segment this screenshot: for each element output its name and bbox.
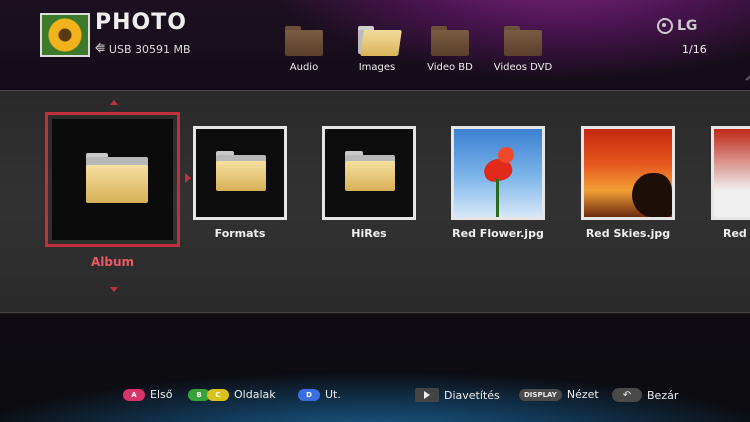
item-label: Red Skies.jpg [585,227,671,240]
category-video-bd[interactable]: Video BD [414,26,486,73]
play-icon [415,388,439,402]
item-album[interactable] [45,112,180,247]
image-thumbnail [581,126,675,220]
item-label: Red S [723,227,750,240]
page-title: PHOTO [95,10,187,35]
scroll-up-arrow-icon[interactable] [110,100,118,105]
legend-close[interactable]: ↶ Bezár [612,388,678,402]
legend-label: Bezár [647,388,679,402]
item-partial[interactable]: Red S [711,126,750,240]
folder-icon [285,26,323,56]
red-key-icon: A [123,388,145,401]
category-bar: Audio Images Video BD Videos DVD [268,26,560,73]
blue-key-icon: D [298,388,320,401]
category-label: Videos DVD [493,62,553,73]
category-videos-dvd[interactable]: Videos DVD [487,26,559,73]
folder-icon [345,151,395,191]
folder-icon [86,153,148,203]
category-label: Audio [289,62,319,73]
legend-label: Nézet [566,388,599,401]
scroll-down-arrow-icon[interactable] [110,287,118,292]
legend-slideshow[interactable]: Diavetítés [415,388,500,402]
category-label: Video BD [427,62,473,73]
lg-logo-icon [657,18,673,34]
legend-pages[interactable]: B C Oldalak [188,388,276,401]
item-thumbnail [322,126,416,220]
image-thumbnail [711,126,750,220]
item-label: Red Flower.jpg [452,227,544,240]
button-legend: A Első B C Oldalak D Ut. Diavetítés DISP… [0,388,750,406]
display-key-icon: DISPLAY [519,388,562,401]
folder-icon [431,26,469,56]
legend-view[interactable]: DISPLAY Nézet [519,388,599,401]
item-label: Formats [214,227,266,240]
category-audio[interactable]: Audio [268,26,340,73]
back-icon: ↶ [612,388,642,402]
device-label: USB 30591 MB [108,42,191,56]
item-formats[interactable]: Formats [193,126,287,240]
image-thumbnail [451,126,545,220]
legend-path[interactable]: D Ut. [298,388,341,401]
legend-label: Oldalak [234,388,276,401]
usb-icon: ⭅ [95,42,105,55]
page-indicator: 1/16 [682,43,707,56]
open-folder-icon [358,26,402,56]
item-red-flower[interactable]: Red Flower.jpg [451,126,545,240]
device-info: ⭅ USB 30591 MB [95,42,191,56]
item-label: Album [90,255,135,269]
brand-text: LG [677,18,698,34]
category-images[interactable]: Images [341,26,413,73]
yellow-key-icon: C [207,388,229,401]
item-thumbnail [193,126,287,220]
folder-icon [504,26,542,56]
item-red-skies[interactable]: Red Skies.jpg [581,126,675,240]
brand-logo: LG [657,18,697,34]
category-label: Images [358,62,396,73]
legend-first[interactable]: A Első [123,388,172,401]
legend-label: Diavetítés [444,388,500,402]
legend-label: Ut. [325,388,341,401]
decorative-swoosh [596,0,750,104]
next-arrow-icon [185,173,191,183]
photo-app-icon [40,13,90,57]
item-thumbnail [52,119,173,240]
item-hires[interactable]: HiRes [322,126,416,240]
folder-icon [216,151,266,191]
item-label: HiRes [351,227,387,240]
legend-label: Első [150,388,173,401]
